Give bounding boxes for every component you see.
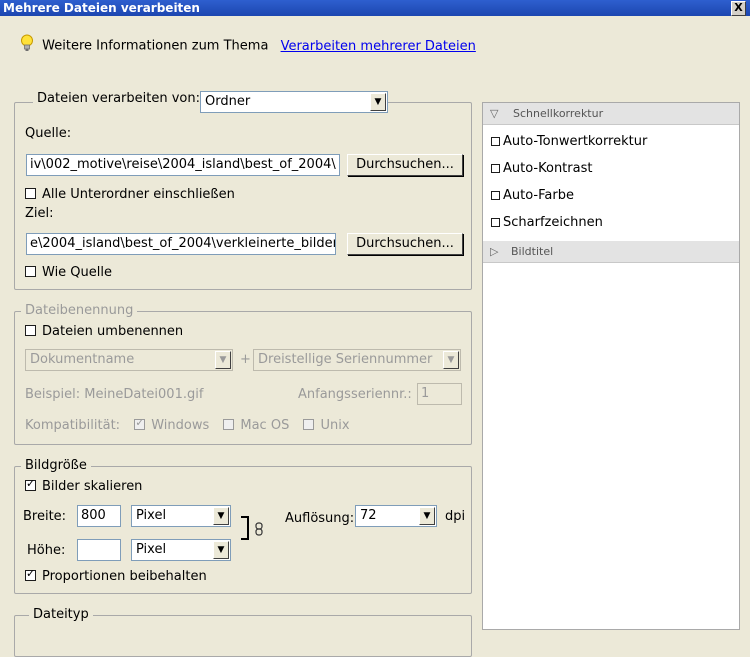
height-input[interactable] (77, 539, 121, 561)
windows-label: Windows (151, 418, 210, 433)
same-as-source-option[interactable]: Wie Quelle (25, 265, 112, 280)
chevron-down-icon[interactable]: ▼ (419, 507, 435, 525)
file-type-group: Dateityp (14, 607, 472, 657)
height-unit-value: Pixel (136, 542, 167, 557)
width-input[interactable]: 800 (77, 505, 121, 527)
chevron-down-icon[interactable]: ▼ (370, 93, 386, 111)
rename-files-option[interactable]: Dateien umbenennen (25, 324, 183, 339)
process-from-label: Dateien verarbeiten von: (37, 91, 200, 106)
browse-source-button[interactable]: Durchsuchen... (347, 154, 463, 176)
process-from-select[interactable]: Ordner ▼ (200, 91, 388, 113)
browse-target-button[interactable]: Durchsuchen... (347, 233, 463, 255)
caption-header[interactable]: ▷ Bildtitel (483, 241, 739, 263)
scale-images-checkbox[interactable] (25, 477, 36, 491)
start-serial-label: Anfangsseriennr.: (298, 387, 412, 402)
include-subfolders-option[interactable]: Alle Unterordner einschließen (25, 187, 235, 202)
compatibility-row: Kompatibilität: Windows Mac OS Unix (25, 416, 350, 433)
image-size-legend: Bildgröße (21, 458, 91, 473)
proportion-bracket (241, 516, 249, 540)
macos-checkbox[interactable] (223, 419, 235, 430)
auto-levels-checkbox[interactable] (491, 137, 500, 146)
same-as-source-checkbox[interactable] (25, 266, 36, 277)
keep-proportions-label: Proportionen beibehalten (42, 569, 207, 584)
help-line: Weitere Informationen zum Thema Verarbei… (20, 34, 476, 58)
unix-checkbox[interactable] (303, 419, 315, 430)
include-subfolders-checkbox[interactable] (25, 188, 36, 199)
source-group: Dateien verarbeiten von: Ordner ▼ Quelle… (14, 91, 472, 290)
collapse-icon: ▽ (490, 107, 499, 120)
resolution-select[interactable]: 72 ▼ (355, 505, 437, 527)
same-as-source-label: Wie Quelle (42, 265, 113, 280)
target-label: Ziel: (25, 206, 54, 221)
auto-contrast-label: Auto-Kontrast (503, 161, 593, 176)
auto-contrast-option[interactable]: Auto-Kontrast (491, 161, 592, 176)
resolution-value: 72 (360, 508, 377, 523)
file-naming-legend: Dateibenennung (21, 303, 138, 318)
sharpen-label: Scharfzeichnen (503, 215, 603, 230)
document-name-select[interactable]: Dokumentname ▼ (25, 349, 233, 371)
scale-images-option[interactable]: Bilder skalieren (25, 477, 143, 494)
expand-icon: ▷ (490, 245, 499, 258)
height-label: Höhe: (27, 543, 66, 558)
file-type-legend: Dateityp (29, 607, 93, 622)
width-unit-value: Pixel (136, 508, 167, 523)
help-text: Weitere Informationen zum Thema (42, 38, 269, 54)
help-link[interactable]: Verarbeiten mehrerer Dateien (281, 39, 476, 54)
sharpen-option[interactable]: Scharfzeichnen (491, 215, 603, 230)
include-subfolders-label: Alle Unterordner einschließen (42, 187, 235, 202)
compatibility-label: Kompatibilität: (25, 418, 121, 433)
naming-example: Beispiel: MeineDatei001.gif (25, 387, 204, 402)
height-unit-select[interactable]: Pixel ▼ (131, 539, 231, 561)
close-button[interactable]: X (731, 1, 746, 16)
keep-proportions-option[interactable]: Proportionen beibehalten (25, 567, 207, 584)
file-naming-group: Dateibenennung Dateien umbenennen Dokume… (14, 303, 472, 445)
source-path-input[interactable]: iv\002_motive\reise\2004_island\best_of_… (26, 154, 340, 176)
rename-files-label: Dateien umbenennen (42, 324, 184, 339)
caption-title: Bildtitel (511, 245, 554, 258)
scale-images-label: Bilder skalieren (42, 479, 143, 494)
rename-files-checkbox[interactable] (25, 325, 36, 336)
serial-number-select[interactable]: Dreistellige Seriennummer ▼ (253, 349, 461, 371)
serial-number-value: Dreistellige Seriennummer (258, 352, 433, 367)
window-title: Mehrere Dateien verarbeiten (3, 1, 200, 15)
image-size-group: Bildgröße Bilder skalieren Breite: 800 P… (14, 458, 472, 594)
title-bar: Mehrere Dateien verarbeiten X (0, 0, 750, 16)
chevron-down-icon[interactable]: ▼ (443, 351, 459, 369)
start-serial-input[interactable]: 1 (417, 383, 462, 405)
keep-proportions-checkbox[interactable] (25, 567, 36, 581)
macos-label: Mac OS (240, 418, 290, 433)
width-label: Breite: (23, 509, 67, 524)
resolution-label: Auflösung: (285, 511, 355, 526)
auto-color-option[interactable]: Auto-Farbe (491, 188, 574, 203)
windows-checkbox[interactable] (134, 416, 146, 430)
chevron-down-icon[interactable]: ▼ (213, 541, 229, 559)
auto-levels-label: Auto-Tonwertkorrektur (503, 134, 648, 149)
quick-fix-title: Schnellkorrektur (513, 107, 604, 120)
lightbulb-icon (20, 34, 34, 58)
chevron-down-icon[interactable]: ▼ (213, 507, 229, 525)
chain-link-icon[interactable] (254, 522, 264, 540)
auto-levels-option[interactable]: Auto-Tonwertkorrektur (491, 134, 647, 149)
process-from-value: Ordner (205, 94, 251, 109)
chevron-down-icon[interactable]: ▼ (215, 351, 231, 369)
auto-color-label: Auto-Farbe (503, 188, 574, 203)
auto-contrast-checkbox[interactable] (491, 164, 500, 173)
target-path-input[interactable]: e\2004_island\best_of_2004\verkleinerte_… (26, 233, 336, 255)
quick-fix-panel: ▽ Schnellkorrektur Auto-Tonwertkorrektur… (482, 102, 740, 630)
plus-sign: + (240, 352, 251, 367)
resolution-unit: dpi (445, 509, 466, 524)
quick-fix-header[interactable]: ▽ Schnellkorrektur (483, 103, 739, 125)
document-name-value: Dokumentname (30, 352, 135, 367)
sharpen-checkbox[interactable] (491, 218, 500, 227)
width-unit-select[interactable]: Pixel ▼ (131, 505, 231, 527)
auto-color-checkbox[interactable] (491, 191, 500, 200)
process-from-legend: Dateien verarbeiten von: (33, 91, 204, 106)
source-label: Quelle: (25, 126, 72, 141)
unix-label: Unix (320, 418, 350, 433)
